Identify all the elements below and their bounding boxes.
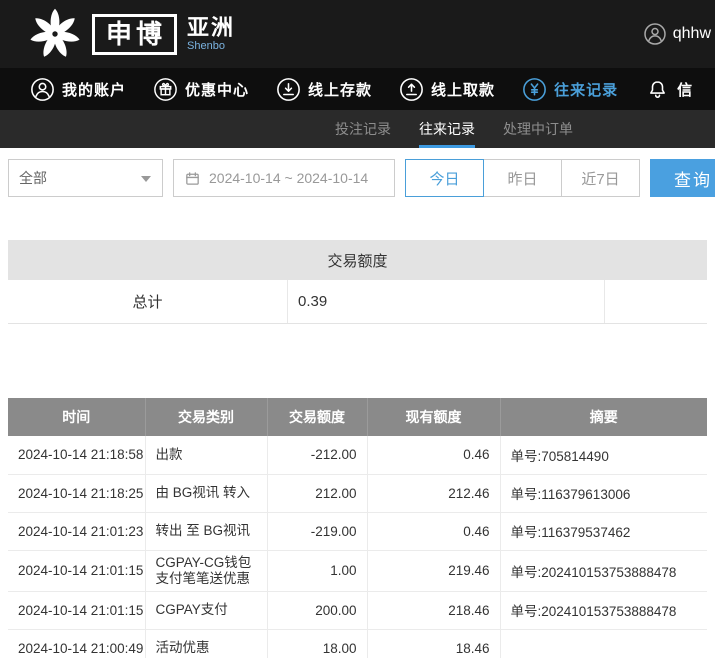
nav-item-label: 线上存款 — [308, 79, 372, 100]
summary-table: 交易额度 总计 0.39 — [8, 240, 707, 324]
table-cell: 单号:705814490 — [500, 436, 707, 474]
yuan-circle-icon — [522, 77, 547, 102]
withdraw-circle-icon — [399, 77, 424, 102]
username: qhhw — [673, 25, 711, 43]
table-cell: 0.46 — [367, 436, 500, 474]
column-header-3: 现有额度 — [367, 398, 500, 436]
table-cell: 200.00 — [267, 591, 367, 629]
table-cell: 单号:116379613006 — [500, 474, 707, 512]
user-account[interactable]: qhhw — [643, 22, 711, 46]
nav-item-withdraw[interactable]: 线上取款 — [399, 77, 495, 102]
search-button[interactable]: 查询 — [650, 159, 715, 197]
today-button[interactable]: 今日 — [405, 159, 484, 197]
table-cell: 2024-10-14 21:00:49 — [8, 629, 145, 658]
tab-label: 投注记录 — [335, 119, 391, 139]
last-7-days-button[interactable]: 近7日 — [561, 159, 640, 197]
table-cell: 单号:116379537462 — [500, 512, 707, 550]
main-nav: 我的账户 优惠中心 线上存款 线上取款 往来记录 — [0, 68, 715, 110]
table-cell: CGPAY-CG钱包支付笔笔送优惠 — [145, 550, 267, 591]
nav-item-my-account[interactable]: 我的账户 — [30, 77, 126, 102]
table-cell: CGPAY支付 — [145, 591, 267, 629]
table-row: 2024-10-14 21:00:49活动优惠18.0018.46 — [8, 629, 707, 658]
nav-item-label: 线上取款 — [431, 79, 495, 100]
summary-total-value: 0.39 — [288, 280, 605, 323]
nav-item-label: 往来记录 — [554, 79, 618, 100]
nav-item-label: 信 — [677, 79, 693, 100]
table-cell: 出款 — [145, 436, 267, 474]
column-header-4: 摘要 — [500, 398, 707, 436]
table-cell: 219.46 — [367, 550, 500, 591]
summary-total-row: 总计 0.39 — [8, 280, 707, 324]
table-cell: 转出 至 BG视讯 — [145, 512, 267, 550]
sub-nav: 投注记录 往来记录 处理中订单 — [0, 110, 715, 148]
table-cell: 2024-10-14 21:18:25 — [8, 474, 145, 512]
table-cell: 由 BG视讯 转入 — [145, 474, 267, 512]
nav-item-label: 我的账户 — [62, 79, 126, 100]
table-cell: 2024-10-14 21:01:15 — [8, 591, 145, 629]
table-row: 2024-10-14 21:18:25由 BG视讯 转入212.00212.46… — [8, 474, 707, 512]
tab-pending-orders[interactable]: 处理中订单 — [503, 110, 573, 148]
column-header-2: 交易额度 — [267, 398, 367, 436]
tab-label: 处理中订单 — [503, 119, 573, 139]
chevron-down-icon — [141, 176, 151, 182]
records-table-section: 时间交易类别交易额度现有额度摘要 2024-10-14 21:18:58出款-2… — [8, 398, 707, 658]
calendar-icon — [184, 170, 201, 187]
table-cell: 18.00 — [267, 629, 367, 658]
date-range-value: 2024-10-14 ~ 2024-10-14 — [209, 170, 368, 186]
table-cell: 单号:202410153753888478 — [500, 591, 707, 629]
table-row: 2024-10-14 21:01:23转出 至 BG视讯-219.000.46单… — [8, 512, 707, 550]
tab-transaction-records[interactable]: 往来记录 — [419, 110, 475, 148]
table-cell: -219.00 — [267, 512, 367, 550]
yesterday-button[interactable]: 昨日 — [483, 159, 562, 197]
summary-header: 交易额度 — [8, 240, 707, 280]
table-cell: 18.46 — [367, 629, 500, 658]
date-range-picker[interactable]: 2024-10-14 ~ 2024-10-14 — [173, 159, 395, 197]
nav-item-messages[interactable]: 信 — [645, 77, 693, 102]
table-cell — [500, 629, 707, 658]
table-cell: 2024-10-14 21:01:15 — [8, 550, 145, 591]
brand-subtitle: Shenbo — [187, 41, 235, 53]
table-cell: 活动优惠 — [145, 629, 267, 658]
column-header-1: 交易类别 — [145, 398, 267, 436]
table-row: 2024-10-14 21:18:58出款-212.000.46单号:70581… — [8, 436, 707, 474]
table-cell: 218.46 — [367, 591, 500, 629]
bell-icon — [645, 77, 670, 102]
top-header: 申博 亚洲 Shenbo qhhw — [0, 0, 715, 68]
nav-item-promotions[interactable]: 优惠中心 — [153, 77, 249, 102]
summary-total-label: 总计 — [8, 280, 288, 323]
table-row: 2024-10-14 21:01:15CGPAY支付200.00218.46单号… — [8, 591, 707, 629]
table-cell: 2024-10-14 21:18:58 — [8, 436, 145, 474]
table-cell: 212.46 — [367, 474, 500, 512]
records-table-body: 2024-10-14 21:18:58出款-212.000.46单号:70581… — [8, 436, 707, 658]
table-cell: 2024-10-14 21:01:23 — [8, 512, 145, 550]
records-table: 时间交易类别交易额度现有额度摘要 2024-10-14 21:18:58出款-2… — [8, 398, 707, 658]
nav-item-transactions[interactable]: 往来记录 — [522, 77, 618, 102]
tab-bet-records[interactable]: 投注记录 — [335, 110, 391, 148]
column-header-0: 时间 — [8, 398, 145, 436]
brand-logo[interactable]: 申博 亚洲 Shenbo — [28, 7, 235, 61]
nav-item-label: 优惠中心 — [185, 79, 249, 100]
table-cell: 单号:202410153753888478 — [500, 550, 707, 591]
table-cell: 0.46 — [367, 512, 500, 550]
type-select[interactable]: 全部 — [8, 159, 163, 197]
table-row: 2024-10-14 21:01:15CGPAY-CG钱包支付笔笔送优惠1.00… — [8, 550, 707, 591]
deposit-circle-icon — [276, 77, 301, 102]
brand-name: 申博 — [92, 14, 177, 55]
flower-logo-icon — [28, 7, 82, 61]
summary-empty-cell — [605, 280, 707, 323]
table-cell: -212.00 — [267, 436, 367, 474]
brand-region: 亚洲 — [187, 16, 235, 39]
tab-label: 往来记录 — [419, 119, 475, 139]
quick-date-buttons: 今日 昨日 近7日 — [405, 159, 640, 197]
records-header-row: 时间交易类别交易额度现有额度摘要 — [8, 398, 707, 436]
filter-bar: 全部 2024-10-14 ~ 2024-10-14 今日 昨日 近7日 查询 — [0, 148, 715, 208]
user-avatar-icon — [643, 22, 667, 46]
table-cell: 212.00 — [267, 474, 367, 512]
nav-item-deposit[interactable]: 线上存款 — [276, 77, 372, 102]
user-circle-icon — [30, 77, 55, 102]
type-select-value: 全部 — [19, 168, 47, 188]
gift-circle-icon — [153, 77, 178, 102]
table-cell: 1.00 — [267, 550, 367, 591]
